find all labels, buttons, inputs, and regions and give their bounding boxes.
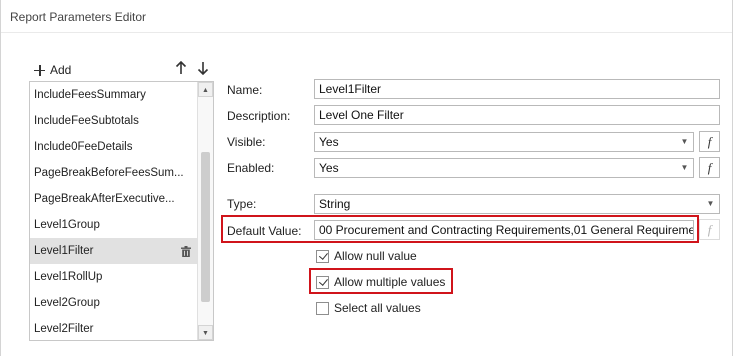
enabled-select[interactable]: Yes ▼ <box>314 158 694 178</box>
list-item-label: IncludeFeesSummary <box>34 89 146 101</box>
list-item[interactable]: IncludeFeesSummary <box>30 82 197 108</box>
description-value: Level One Filter <box>319 108 404 122</box>
list-item-label: PageBreakAfterExecutive... <box>34 193 175 205</box>
visible-select[interactable]: Yes ▼ <box>314 132 694 152</box>
plus-icon <box>34 64 45 76</box>
list-item[interactable]: PageBreakAfterExecutive... <box>30 186 197 212</box>
enabled-value: Yes <box>319 161 339 175</box>
window-title: Report Parameters Editor <box>10 10 147 24</box>
default-value-text: 00 Procurement and Contracting Requireme… <box>319 223 694 237</box>
function-icon: f <box>707 160 712 175</box>
default-value-expression-button[interactable]: f <box>699 219 720 240</box>
list-item-label: Level2Filter <box>34 323 94 335</box>
function-icon: f <box>707 222 712 237</box>
checkbox-checked-icon[interactable] <box>316 249 329 263</box>
list-item-selected[interactable]: Level1Filter <box>30 238 197 264</box>
trash-icon[interactable] <box>181 246 191 257</box>
list-item-label: Level2Group <box>34 297 100 309</box>
visible-expression-button[interactable]: f <box>699 131 720 152</box>
description-field[interactable]: Level One Filter <box>314 105 720 125</box>
type-value: String <box>319 197 351 211</box>
type-label: Type: <box>227 197 257 211</box>
chevron-down-icon: ▼ <box>680 163 689 172</box>
default-value-field[interactable]: 00 Procurement and Contracting Requireme… <box>314 220 694 240</box>
report-parameters-editor-window: Report Parameters Editor Add IncludeFees… <box>0 0 733 356</box>
list-item-label: Level1Group <box>34 219 100 231</box>
title-divider <box>1 32 732 33</box>
allow-multiple-label: Allow multiple values <box>334 275 446 289</box>
scrollbar-thumb[interactable] <box>201 152 210 302</box>
list-item-label: IncludeFeeSubtotals <box>34 115 139 127</box>
list-scrollbar[interactable]: ▲ ▼ <box>197 82 213 340</box>
visible-value: Yes <box>319 135 339 149</box>
list-item[interactable]: Level2Filter <box>30 316 197 340</box>
list-item[interactable]: Include0FeeDetails <box>30 134 197 160</box>
default-value-label: Default Value: <box>227 224 302 238</box>
select-all-checkbox[interactable]: Select all values <box>316 300 421 316</box>
list-item-label: Include0FeeDetails <box>34 141 133 153</box>
visible-label: Visible: <box>227 135 266 149</box>
add-parameter-button[interactable]: Add <box>34 62 71 78</box>
name-value: Level1Filter <box>319 82 382 96</box>
arrow-down-icon <box>197 62 209 76</box>
list-item[interactable]: Level1Group <box>30 212 197 238</box>
parameters-list[interactable]: IncludeFeesSummary IncludeFeeSubtotals I… <box>29 81 214 341</box>
chevron-down-icon: ▼ <box>706 199 715 208</box>
enabled-expression-button[interactable]: f <box>699 157 720 178</box>
scroll-up-icon[interactable]: ▲ <box>198 82 213 97</box>
function-icon: f <box>707 134 712 149</box>
list-item-label: Level1RollUp <box>34 271 103 283</box>
checkbox-unchecked-icon[interactable] <box>316 301 329 315</box>
type-select[interactable]: String ▼ <box>314 194 720 214</box>
name-field[interactable]: Level1Filter <box>314 79 720 99</box>
list-item[interactable]: PageBreakBeforeFeesSum... <box>30 160 197 186</box>
list-item-label: Level1Filter <box>34 245 94 257</box>
list-item[interactable]: Level1RollUp <box>30 264 197 290</box>
arrow-up-icon <box>175 60 187 74</box>
list-item[interactable]: IncludeFeeSubtotals <box>30 108 197 134</box>
add-button-label: Add <box>50 63 72 77</box>
description-label: Description: <box>227 109 291 123</box>
move-up-button[interactable] <box>175 60 187 77</box>
scroll-down-icon[interactable]: ▼ <box>198 325 213 340</box>
select-all-label: Select all values <box>334 301 421 315</box>
allow-multiple-checkbox[interactable]: Allow multiple values <box>316 274 445 290</box>
move-down-button[interactable] <box>197 61 209 77</box>
list-item[interactable]: Level2Group <box>30 290 197 316</box>
allow-null-label: Allow null value <box>334 249 417 263</box>
chevron-down-icon: ▼ <box>680 137 689 146</box>
enabled-label: Enabled: <box>227 161 275 175</box>
name-label: Name: <box>227 83 263 97</box>
allow-null-checkbox[interactable]: Allow null value <box>316 248 417 264</box>
list-item-label: PageBreakBeforeFeesSum... <box>34 167 184 179</box>
checkbox-checked-icon[interactable] <box>316 275 329 289</box>
